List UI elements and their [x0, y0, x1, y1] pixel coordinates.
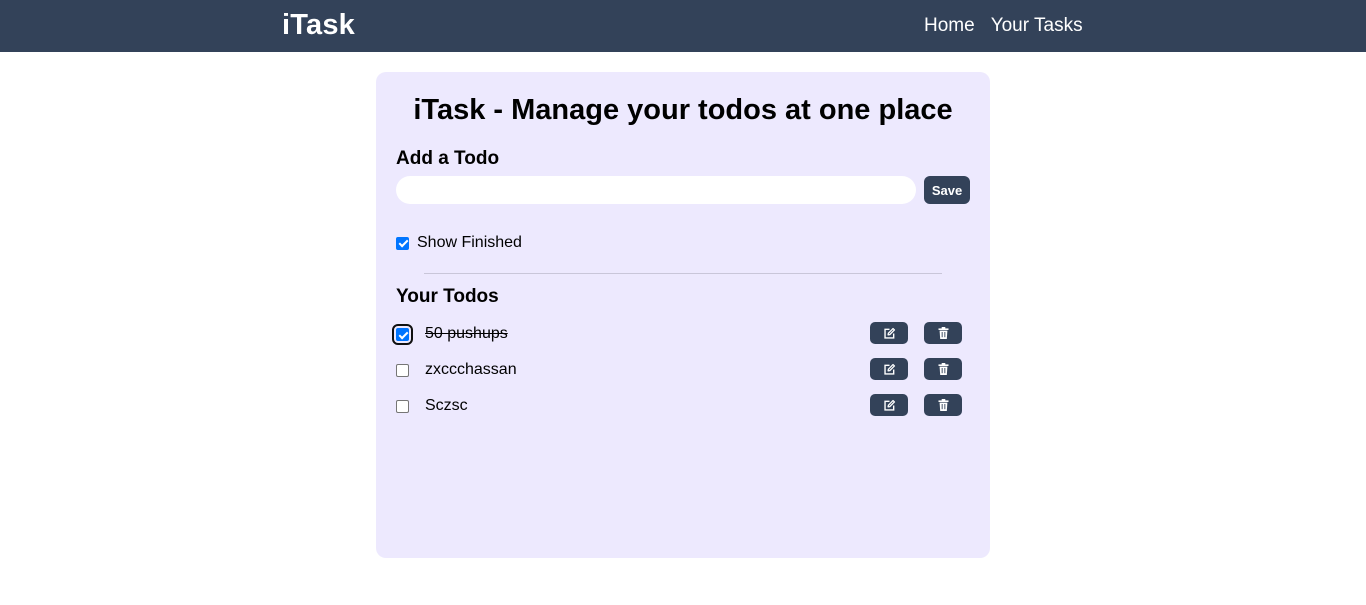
edit-icon	[883, 327, 895, 339]
edit-icon	[883, 399, 895, 411]
divider	[424, 273, 942, 274]
nav-link-home[interactable]: Home	[924, 15, 975, 37]
delete-button[interactable]	[924, 394, 962, 416]
trash-icon	[938, 363, 948, 375]
trash-icon	[938, 327, 948, 339]
nav-links: Home Your Tasks	[924, 15, 1083, 37]
todo-card: iTask - Manage your todos at one place A…	[376, 72, 990, 558]
delete-button[interactable]	[924, 322, 962, 344]
todo-item: Sczsc	[396, 394, 970, 418]
todo-text: 50 pushups	[425, 325, 508, 342]
show-finished-toggle[interactable]: Show Finished	[396, 234, 522, 252]
todo-complete-checkbox[interactable]	[396, 400, 409, 413]
todo-complete-checkbox[interactable]	[392, 324, 413, 345]
todo-item: zxccchassan	[396, 358, 970, 382]
edit-button[interactable]	[870, 358, 908, 380]
show-finished-checkbox[interactable]	[396, 236, 409, 250]
todo-complete-checkbox[interactable]	[396, 364, 409, 377]
trash-icon	[938, 399, 948, 411]
add-todo-heading: Add a Todo	[396, 148, 500, 169]
edit-button[interactable]	[870, 322, 908, 344]
your-todos-heading: Your Todos	[396, 286, 499, 307]
delete-button[interactable]	[924, 358, 962, 380]
navbar: iTask Home Your Tasks	[0, 0, 1366, 52]
page-title: iTask - Manage your todos at one place	[413, 94, 953, 126]
edit-button[interactable]	[870, 394, 908, 416]
todo-input[interactable]	[396, 176, 916, 204]
show-finished-label: Show Finished	[417, 234, 522, 251]
todo-text: zxccchassan	[425, 361, 517, 378]
todo-item: 50 pushups	[392, 322, 970, 346]
nav-link-your-tasks[interactable]: Your Tasks	[991, 15, 1083, 37]
save-button[interactable]: Save	[924, 176, 970, 204]
edit-icon	[883, 363, 895, 375]
brand-logo[interactable]: iTask	[282, 9, 355, 42]
todo-text: Sczsc	[425, 397, 468, 414]
